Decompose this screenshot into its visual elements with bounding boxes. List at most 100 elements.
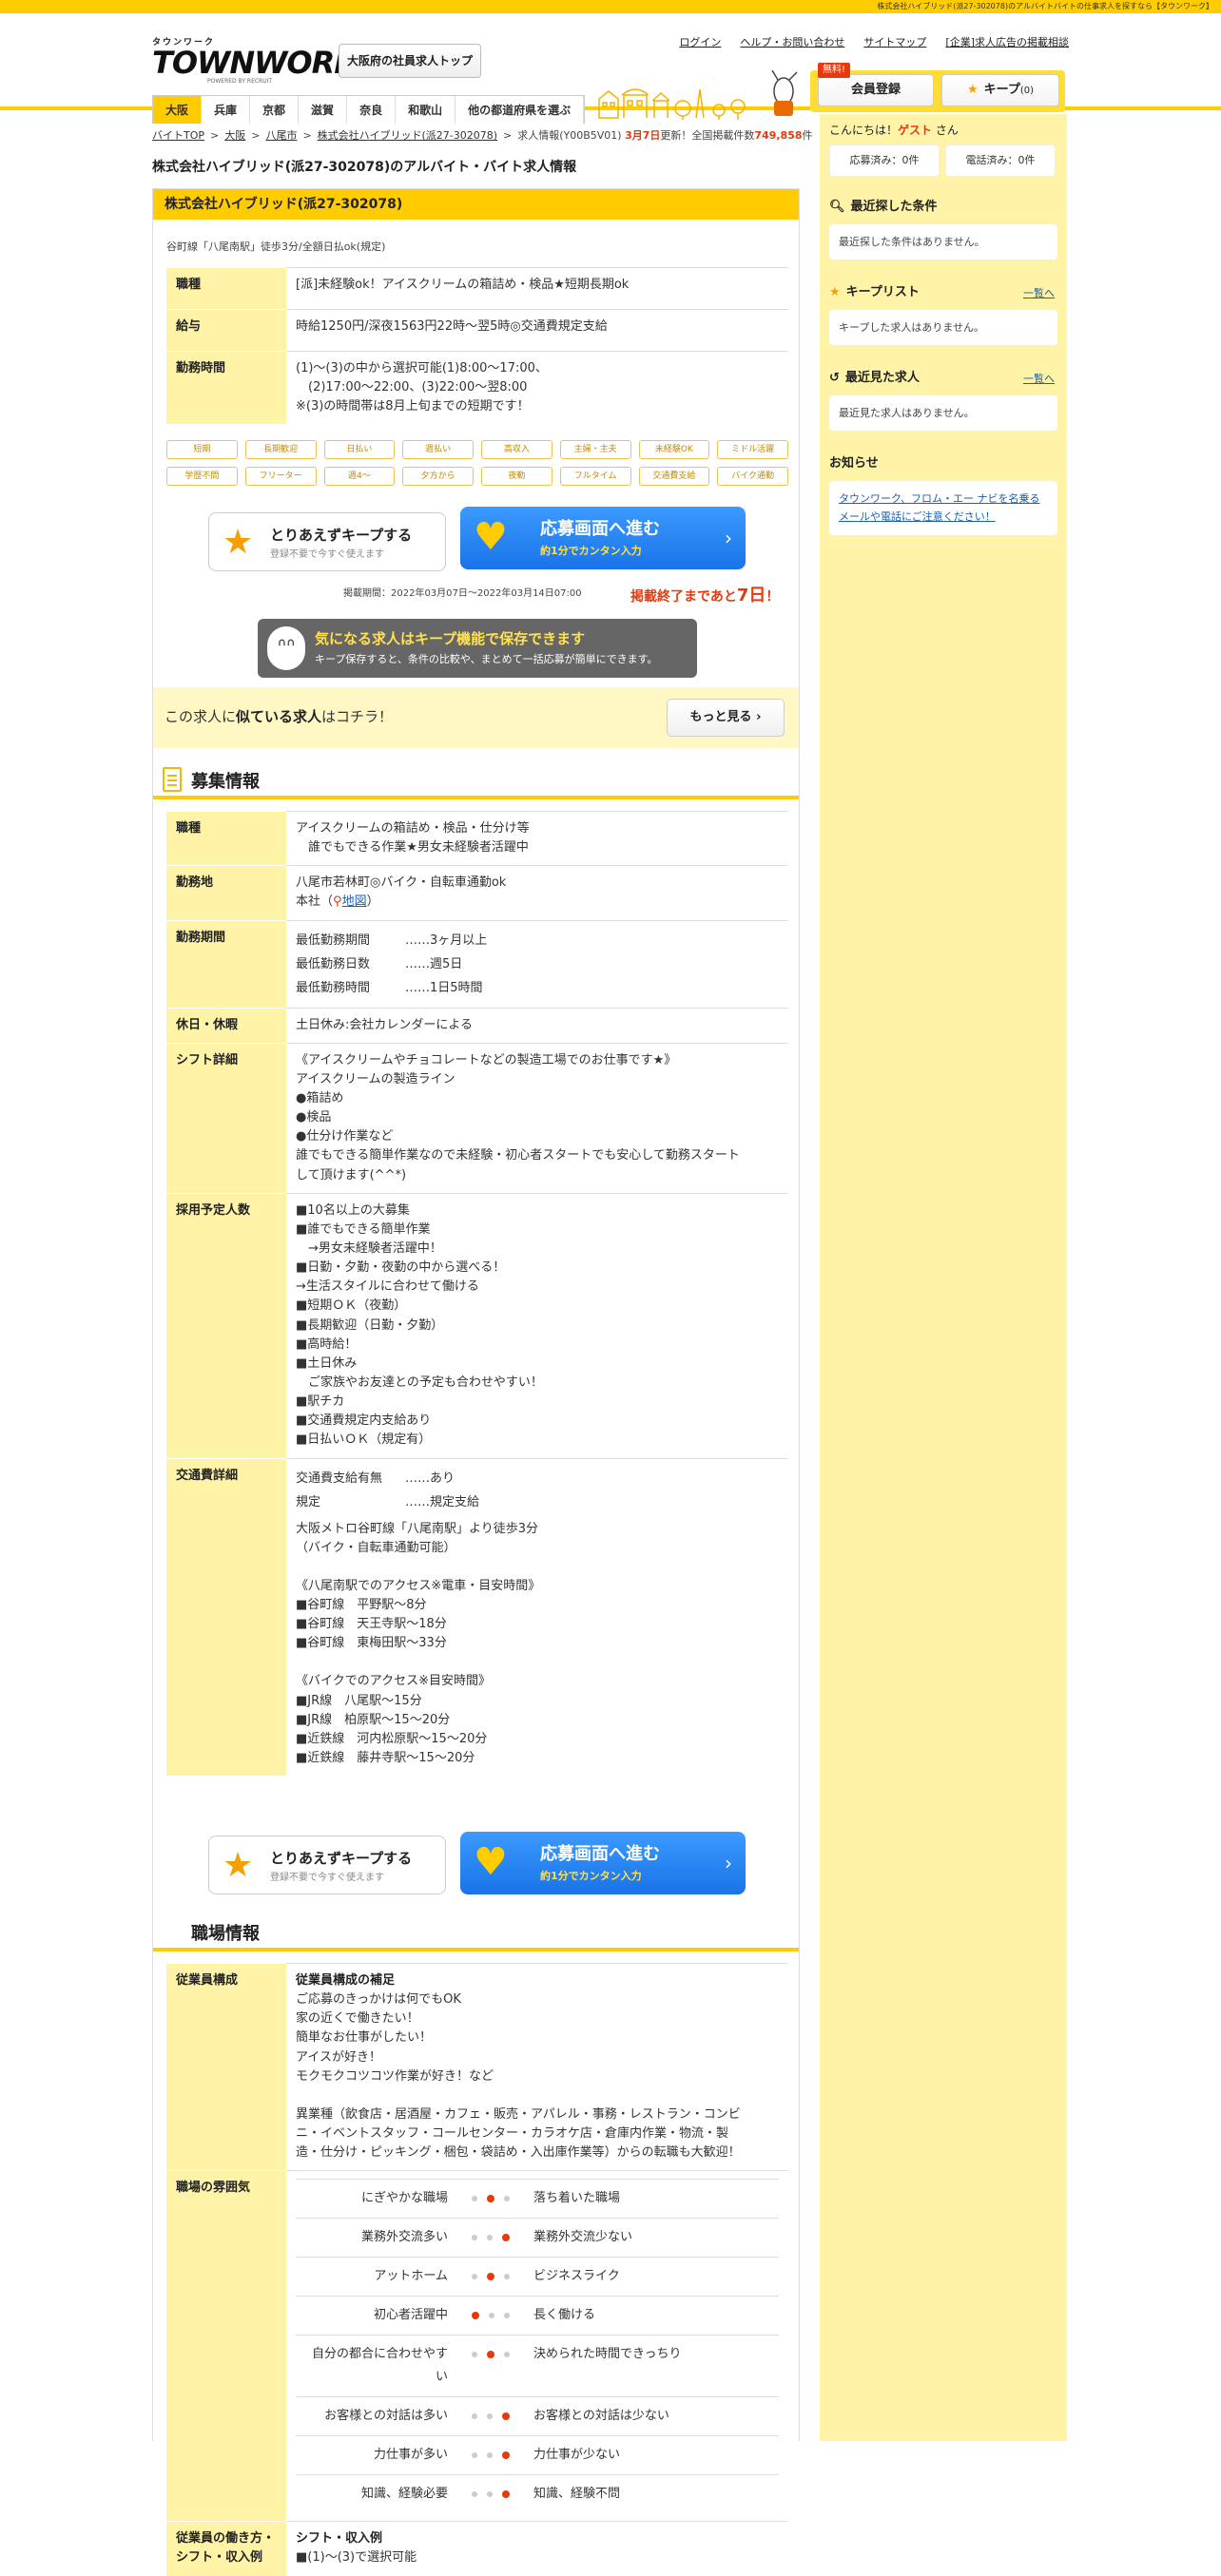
feature-tag[interactable]: 長期歓迎 [244, 440, 317, 459]
job-type-value: アイスクリームの箱詰め・検品・仕分け等 誰でもできる作業★男女未経験者活躍中 [286, 810, 788, 866]
update-text: 更新！全国掲載件数 [660, 129, 755, 142]
text-line: ニ・イベントスタッフ・コールセンター・カラオケ店・倉庫内作業・物流・製 [296, 2125, 729, 2141]
keep-promo-title: 気になる求人はキープ機能で保存できます [315, 630, 586, 647]
feature-tag[interactable]: 交通費支給 [638, 467, 710, 486]
workplace-section-header: 職場情報 [153, 1913, 799, 1951]
row-label: 勤務期間 [166, 919, 286, 1009]
mood-dot [504, 2351, 510, 2357]
job-catchphrase: 谷町線「八尾南駅」徒歩3分/全額日払ok(規定) [166, 240, 386, 253]
keep-cta-sub: 登録不要で今すぐ使えます [270, 549, 384, 560]
text-line: ■日勤・夕勤・夜勤の中から選べる！ [296, 1260, 506, 1276]
job-summary-table: 職種 [派]未経験ok！アイスクリームの箱詰め・検品★短期長期ok 給与 時給125… [166, 267, 788, 425]
logo-main: TOWNWORK [152, 45, 358, 81]
keep-header-button[interactable]: ★ キープ(0) [941, 74, 1059, 106]
advertise-link[interactable]: [企業]求人広告の掲載相談 [945, 36, 1069, 48]
row-label: 従業員構成 [166, 1962, 286, 2171]
mood-dot [472, 2451, 477, 2458]
feature-tag[interactable]: 高収入 [481, 440, 552, 459]
star-icon: ★ [223, 1846, 254, 1885]
apply-cta-button[interactable]: ♥ 応募画面へ進む 約1分でカンタン入力 › [460, 507, 746, 569]
mood-right: ビジネスライク [524, 2257, 779, 2297]
location-value: 八尾市若林町◎バイク・自転車通勤ok 本社（⚲地図） [286, 865, 788, 921]
breadcrumb-yao[interactable]: 八尾市 [265, 129, 297, 142]
mood-dot [487, 2234, 493, 2240]
tab-kyoto[interactable]: 京都 [250, 96, 300, 124]
tab-wakayama[interactable]: 和歌山 [396, 96, 456, 124]
mood-dot [504, 2273, 510, 2279]
mood-scale [457, 2396, 524, 2436]
star-icon: ★ [829, 285, 841, 299]
member-register-button[interactable]: 会員登録 [818, 74, 934, 106]
applied-count[interactable]: 応募済み：0件 [829, 144, 940, 177]
mood-left: 初心者活躍中 [296, 2296, 457, 2336]
feature-tag[interactable]: フルタイム [559, 467, 631, 486]
help-link[interactable]: ヘルプ・お問い合わせ [740, 36, 844, 48]
recent-viewed-more-link[interactable]: 一覧へ [1023, 371, 1055, 387]
tab-shiga[interactable]: 滋賀 [299, 96, 348, 124]
sitemap-link[interactable]: サイトマップ [863, 36, 926, 48]
mood-right: 知識、経験不問 [524, 2474, 779, 2514]
tab-nara[interactable]: 奈良 [347, 96, 397, 124]
mood-value: にぎやかな職場 落ち着いた職場 業務外交流多い 業務外交流少ない アットホーム ビジネスラ… [286, 2170, 788, 2522]
page-title: 株式会社ハイブリッド(派27-302078)のアルバイト・バイト求人情報 [152, 160, 577, 175]
tab-hyogo[interactable]: 兵庫 [202, 96, 251, 124]
mood-dot [502, 2451, 510, 2459]
workplace-heading: 職場情報 [191, 1924, 260, 1944]
mood-dot [487, 2413, 493, 2419]
similar-more-button[interactable]: もっと見る › [667, 699, 785, 737]
text-line: モクモクコツコツ作業が好き！など [296, 2068, 494, 2084]
tab-osaka[interactable]: 大阪 [153, 96, 203, 124]
mood-dot [472, 2273, 477, 2279]
notice-link[interactable]: タウンワーク、フロム・エー ナビを名乗るメールや電話にご注意ください！ [839, 492, 1040, 523]
apply-cta-button-bottom[interactable]: ♥ 応募画面へ進む 約1分でカンタン入力 › [460, 1832, 746, 1894]
keep-cta-button[interactable]: ★ とりあえずキープする 登録不要で今すぐ使えます [208, 512, 446, 571]
mood-dot [487, 2490, 493, 2497]
mood-dot [489, 2312, 494, 2318]
recruit-table: 職種 アイスクリームの箱詰め・検品・仕分け等 誰でもできる作業★男女未経験者活躍中… [166, 810, 788, 1777]
text-line: 《八尾南駅でのアクセス※電車・目安時間》 [296, 1578, 541, 1593]
keep-list-header: ★ キープリスト [829, 285, 920, 299]
mood-row: 力仕事が多い 力仕事が少ない [296, 2435, 779, 2475]
feature-tag[interactable]: 週4～ [323, 467, 396, 486]
text-line: →生活スタイルに合わせて働ける [296, 1279, 479, 1295]
mood-dot [502, 2412, 510, 2420]
text-line: ■土日休み [296, 1355, 358, 1371]
summary-label: 勤務時間 [166, 351, 286, 425]
map-link[interactable]: 地図 [342, 894, 367, 909]
feature-tag[interactable]: フリーター [244, 467, 317, 486]
mood-row: アットホーム ビジネスライク [296, 2257, 779, 2297]
tab-other-prefectures[interactable]: 他の都道府県を選ぶ [455, 96, 585, 124]
login-link[interactable]: ログイン [679, 36, 721, 48]
feature-tag[interactable]: 未経験OK [638, 440, 710, 459]
keep-list-more-link[interactable]: 一覧へ [1023, 285, 1055, 301]
summary-value: 時給1250円/深夜1563円22時～翌5時◎交通費規定支給 [286, 309, 788, 352]
feature-tag[interactable]: バイク通勤 [717, 467, 788, 486]
feature-tag[interactable]: 日払い [323, 440, 396, 459]
breadcrumb-osaka[interactable]: 大阪 [224, 129, 245, 142]
feature-tag[interactable]: 主婦・主夫 [559, 440, 631, 459]
feature-tag[interactable]: ミドル活躍 [717, 440, 788, 459]
keep-feature-promo[interactable]: ᐢᐢ 気になる求人はキープ機能で保存できます キープ保存すると、条件の比較や、ま… [258, 619, 697, 678]
feature-tags: 短期 長期歓迎 日払い 週払い 高収入 主婦・主夫 未経験OK ミドル活躍学歴不問 フリーター週… [166, 440, 788, 486]
mood-table: にぎやかな職場 落ち着いた職場 業務外交流多い 業務外交流少ない アットホーム ビジネスラ… [296, 2179, 779, 2514]
townwork-logo[interactable]: タウンワーク TOWNWORK POWERED BY RECRUIT [152, 38, 358, 85]
text-line: ご応募のきっかけは何でもOK [296, 1992, 461, 2008]
document-icon [163, 767, 182, 792]
feature-tag[interactable]: 週払い [402, 440, 474, 459]
mood-scale [457, 2435, 524, 2475]
mood-row: 初心者活躍中 長く働ける [296, 2296, 779, 2336]
mood-right: 業務外交流少ない [524, 2218, 779, 2258]
called-count[interactable]: 電話済み：0件 [945, 144, 1056, 177]
feature-tag[interactable]: 短期 [166, 440, 238, 459]
breadcrumb-company[interactable]: 株式会社ハイブリッド(派27-302078) [318, 129, 497, 142]
mood-scale [457, 2179, 524, 2219]
breadcrumb-top[interactable]: バイトTOP [152, 129, 204, 142]
keep-cta-title: とりあえずキープする [270, 1850, 413, 1867]
keep-cta-button-bottom[interactable]: ★ とりあえずキープする 登録不要で今すぐ使えます [208, 1836, 446, 1894]
feature-tag[interactable]: 夜勤 [481, 467, 552, 486]
feature-tag[interactable]: 夕方から [402, 467, 474, 486]
region-top-button[interactable]: 大阪府の社員求人トップ [339, 44, 481, 78]
mood-dot [502, 2489, 510, 2498]
feature-tag[interactable]: 学歴不問 [166, 467, 238, 486]
mood-scale [457, 2335, 524, 2397]
